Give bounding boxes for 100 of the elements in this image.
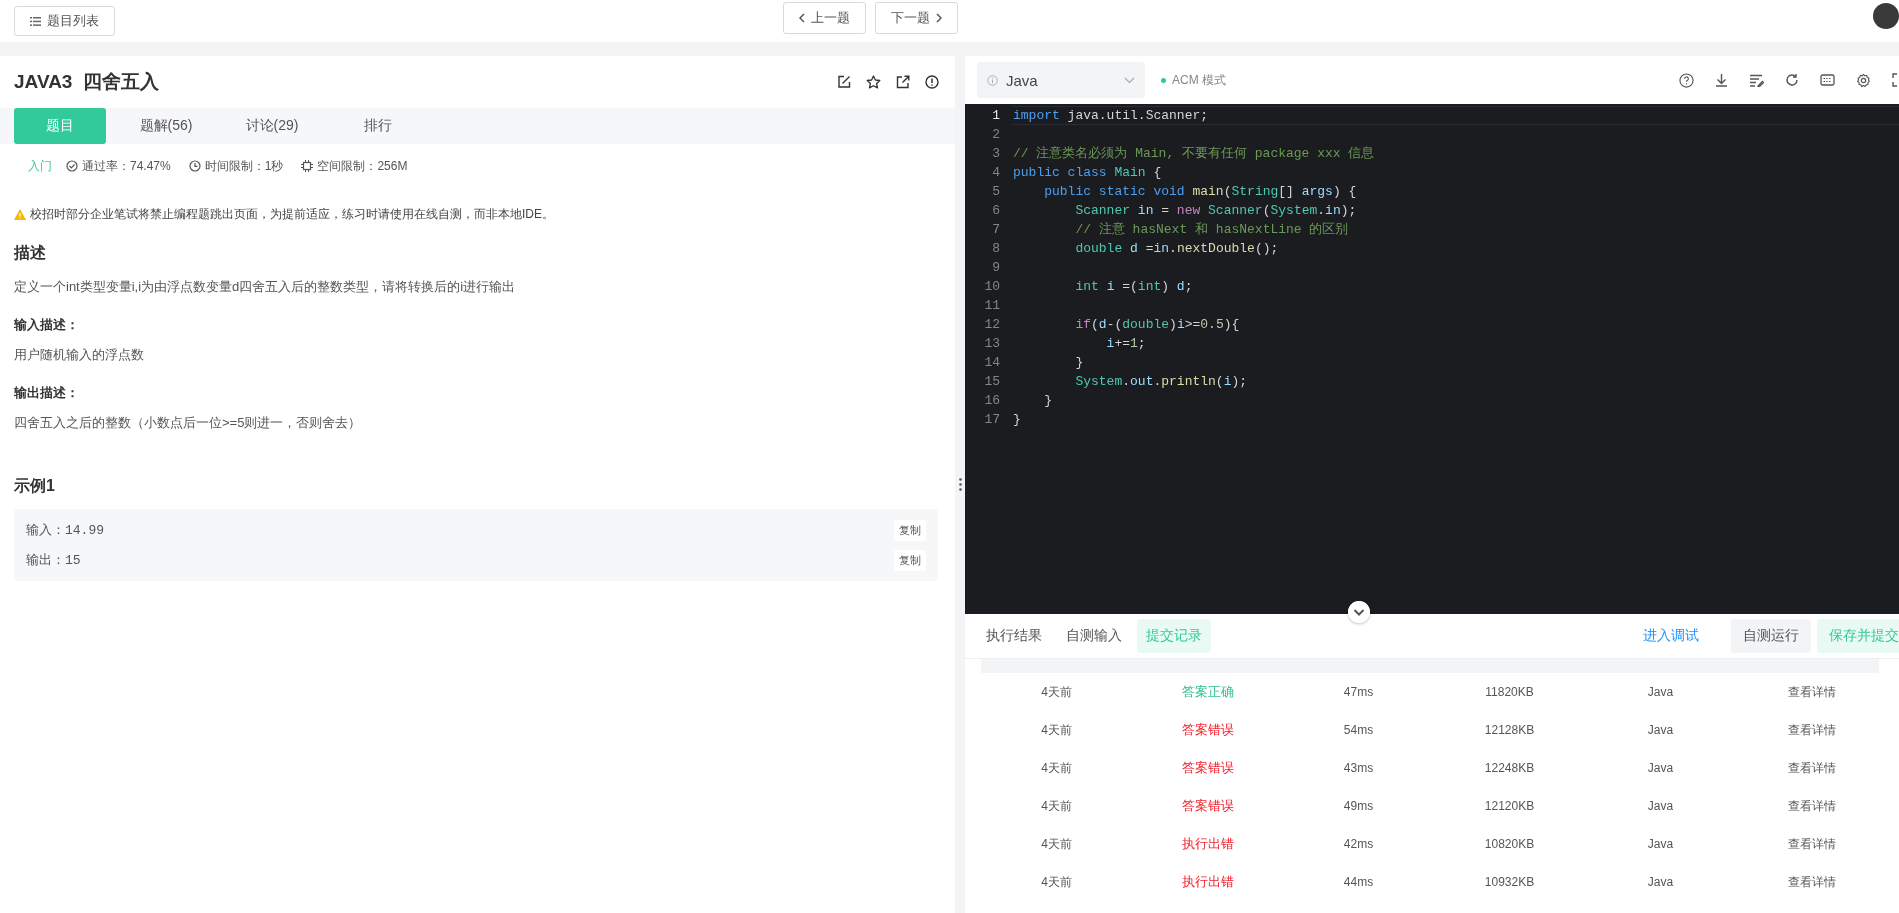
table-cell: 12248KB [1484, 761, 1535, 775]
table-cell: 10820KB [1484, 837, 1535, 851]
previous-button[interactable]: 上一题 [783, 2, 866, 34]
copy-button[interactable]: 复制 [894, 549, 926, 571]
format-icon[interactable] [1749, 73, 1764, 87]
table-cell: 43ms [1343, 761, 1374, 775]
example-title: 示例1 [14, 476, 56, 496]
example-line: 输出：15 [26, 552, 81, 569]
status-cell: 执行出错 [1181, 835, 1234, 853]
code-line: // 注意 hasNext 和 hasNextLine 的区别 [1074, 221, 1350, 239]
table-cell: 47ms [1343, 685, 1374, 699]
table-cell: 49ms [1343, 799, 1374, 813]
line-number: 1 [991, 107, 1001, 125]
run-button[interactable]: 自测运行 [1731, 619, 1811, 653]
details-link[interactable]: 查看详情 [1787, 797, 1836, 815]
table-cell: Java [1647, 761, 1674, 775]
star-icon[interactable] [866, 75, 881, 89]
table-cell: Java [1647, 685, 1674, 699]
line-number: 2 [991, 126, 1001, 144]
line-number: 11 [983, 297, 1001, 315]
table-cell: 11820KB [1485, 685, 1534, 699]
copy-button[interactable]: 复制 [894, 519, 926, 541]
description-text: 定义一个int类型变量i,i为由浮点数变量d四舍五入后的整数类型，请将转换后的i进行输出 [14, 278, 517, 296]
section-subheading: 输出描述： [14, 384, 80, 402]
help-icon[interactable] [1679, 72, 1694, 88]
table-cell: 4天前 [1041, 759, 1072, 777]
line-number: 15 [983, 373, 1001, 391]
chevron-right-icon [936, 13, 942, 23]
details-link[interactable]: 查看详情 [1787, 759, 1836, 777]
table-cell: 4天前 [1041, 683, 1072, 701]
table-cell: Java [1647, 875, 1674, 889]
download-icon[interactable] [1715, 73, 1728, 87]
code-line: double d =in.nextDouble(); [1074, 240, 1280, 258]
code-line: int i =(int) d; [1074, 278, 1194, 296]
line-number: 6 [991, 202, 1001, 220]
time-limit: 时间限制：1秒 [204, 157, 284, 175]
table-cell: Java [1647, 799, 1674, 813]
table-cell: 10932KB [1484, 875, 1535, 889]
line-number: 17 [983, 411, 1001, 429]
list-icon [30, 16, 41, 26]
problem-tab[interactable]: 讨论(29) [226, 108, 318, 144]
status-dot [1161, 77, 1166, 83]
line-number: 12 [983, 316, 1001, 334]
code-line: } [1074, 354, 1085, 372]
refresh-icon[interactable] [1785, 73, 1799, 87]
section-subheading: 输入描述： [14, 316, 80, 334]
table-cell: 4天前 [1041, 797, 1072, 815]
table-cell: 42ms [1343, 837, 1374, 851]
description-text: 四舍五入之后的整数（小数点后一位>=5则进一，否则舍去） [14, 414, 363, 432]
difficulty-label: 入门 [28, 157, 52, 175]
code-line: // 注意类名必须为 Main, 不要有任何 package xxx 信息 [1013, 145, 1376, 163]
line-number: 8 [991, 240, 1001, 258]
mode-label: ACM 模式 [1172, 71, 1226, 89]
table-cell: 4天前 [1041, 873, 1072, 891]
line-number: 4 [991, 164, 1001, 182]
code-line: if(d-(double)i>=0.5){ [1074, 316, 1241, 334]
status-cell: 执行出错 [1181, 873, 1234, 891]
console-tab[interactable]: 自测输入 [1057, 619, 1131, 653]
table-cell: 12128KB [1484, 723, 1535, 737]
table-cell: Java [1647, 723, 1674, 737]
table-cell: Java [1647, 837, 1674, 851]
details-link[interactable]: 查看详情 [1787, 721, 1836, 739]
settings-icon[interactable] [1856, 72, 1871, 88]
code-line: import java.util.Scanner; [1013, 106, 1899, 125]
collapse-button[interactable] [1348, 601, 1370, 623]
keyboard-icon[interactable] [1820, 74, 1835, 86]
line-number: 10 [983, 278, 1001, 296]
clock-icon [188, 160, 201, 172]
code-line: } [1043, 392, 1053, 410]
chevron-left-icon [799, 13, 805, 23]
problem-tab[interactable]: 排行 [332, 108, 424, 144]
problem-tab[interactable]: 题解(56) [120, 108, 212, 144]
status-cell: 答案错误 [1181, 721, 1234, 739]
console-tab[interactable]: 执行结果 [977, 619, 1051, 653]
next-button[interactable]: 下一题 [875, 2, 958, 34]
problem-list-button[interactable]: 题目列表 [14, 6, 115, 36]
info-icon [987, 74, 998, 86]
warning-text: 校招时部分企业笔试将禁止编程题跳出页面，为提前适应，练习时请使用在线自测，而非本地IDE。 [30, 206, 554, 223]
section-heading: 描述 [14, 243, 47, 263]
line-number: 5 [991, 183, 1001, 201]
code-line: public static void main(String[] args) { [1043, 183, 1358, 201]
memory-limit: 空间限制：256M [317, 157, 408, 175]
avatar[interactable] [1873, 3, 1899, 29]
code-line: } [1013, 411, 1022, 429]
table-cell: 44ms [1343, 875, 1374, 889]
chip-icon [301, 160, 314, 172]
info-icon[interactable] [925, 75, 939, 89]
table-cell: 12120KB [1484, 799, 1535, 813]
details-link[interactable]: 查看详情 [1787, 683, 1836, 701]
edit-icon[interactable] [837, 75, 851, 89]
language-select[interactable]: Java [977, 62, 1145, 98]
share-icon[interactable] [896, 75, 910, 89]
example-line: 输入：14.99 [26, 522, 104, 539]
table-cell: 4天前 [1041, 835, 1072, 853]
status-cell: 答案错误 [1181, 797, 1234, 815]
line-number: 9 [991, 259, 1001, 277]
details-link[interactable]: 查看详情 [1787, 873, 1836, 891]
details-link[interactable]: 查看详情 [1787, 835, 1836, 853]
pass-rate: 通过率：74.47% [82, 157, 171, 175]
drag-handle-icon[interactable] [958, 478, 962, 491]
